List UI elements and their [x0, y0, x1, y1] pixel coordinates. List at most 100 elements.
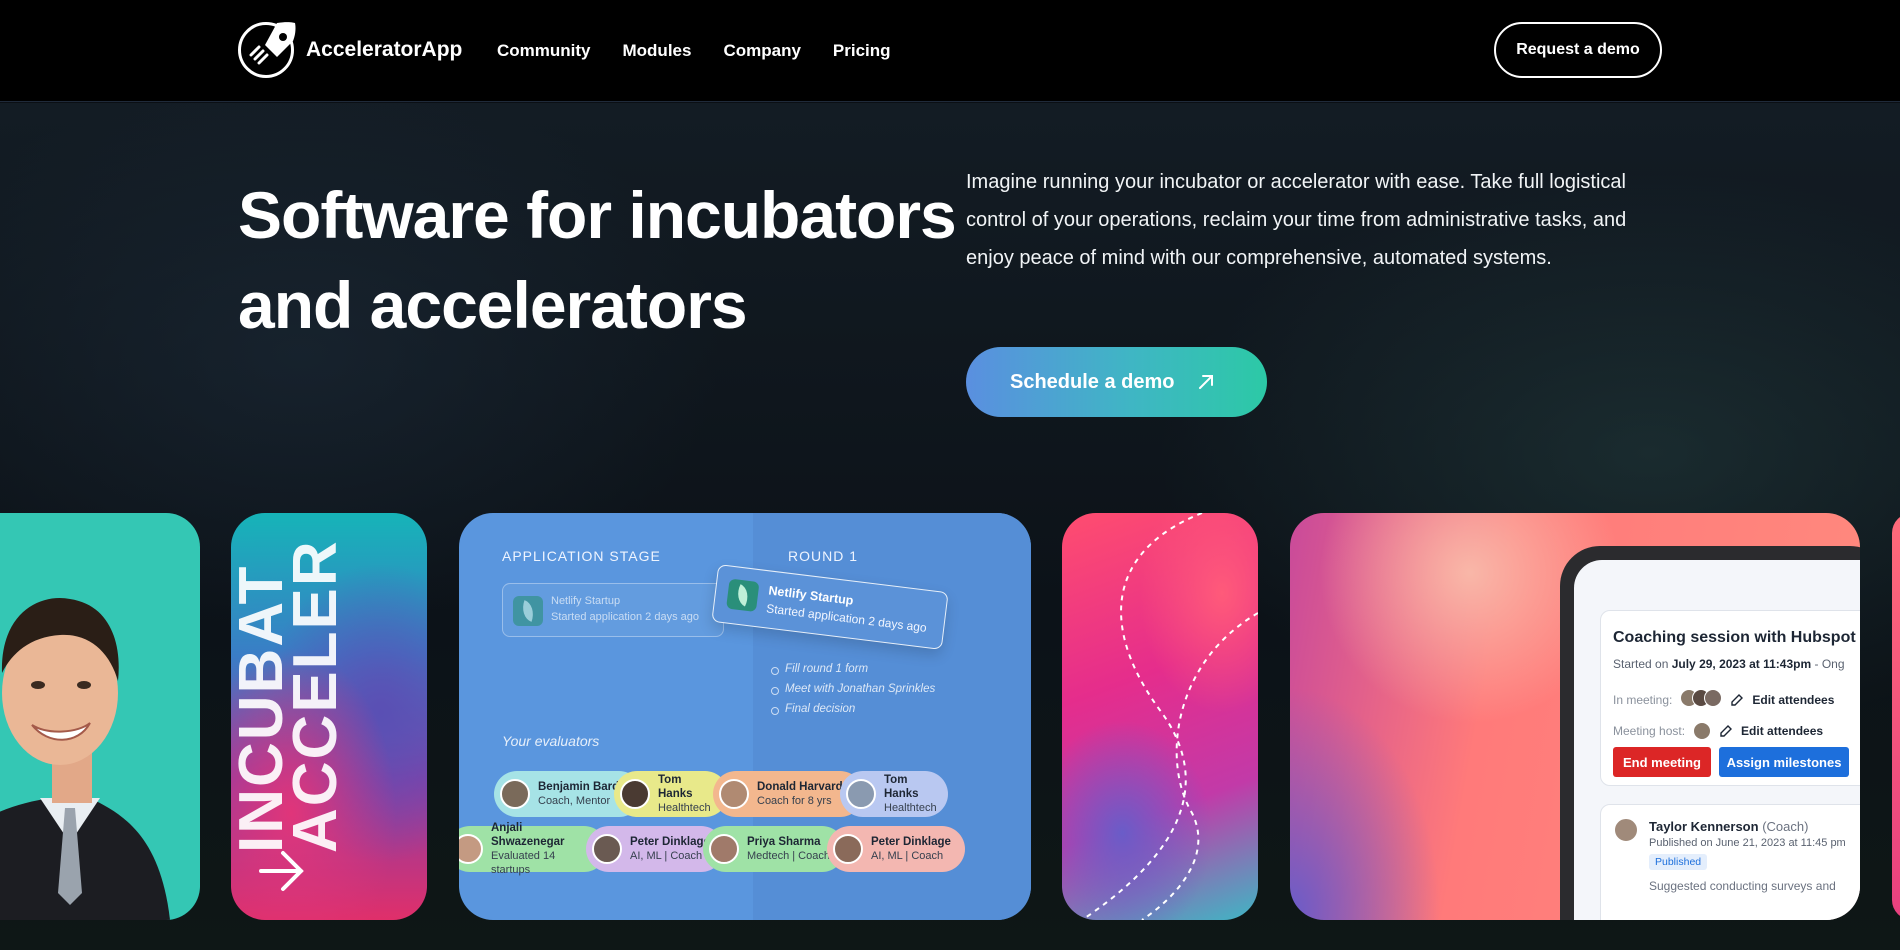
evaluator-pill[interactable]: Tom Hanks Healthtech	[614, 771, 728, 817]
evaluator-subtitle: Evaluated 14 startups	[491, 850, 556, 876]
hero-title: Software for incubators and accelerators	[238, 178, 957, 342]
meeting-host-row: Meeting host: Edit attendees	[1613, 722, 1823, 740]
person-photo-card	[0, 513, 200, 920]
evaluator-pill[interactable]: Peter Dinklage AI, ML | Coach	[827, 826, 965, 872]
nav-link-company[interactable]: Company	[723, 41, 800, 61]
startup-tile-placeholder: Netlify Startup Started application 2 da…	[502, 583, 724, 637]
evaluator-avatar	[592, 834, 622, 864]
evaluator-avatar	[459, 834, 483, 864]
in-meeting-row: In meeting: Edit attendees	[1613, 689, 1834, 710]
evaluator-info: Anjali Shwazenegar Evaluated 14 startups	[491, 821, 597, 877]
end-meeting-button[interactable]: End meeting	[1613, 747, 1711, 777]
coach-avatar	[1613, 817, 1639, 843]
accelerator-text-line: ACCELER	[281, 539, 350, 853]
hero-description: Imagine running your incubator or accele…	[966, 171, 1627, 269]
request-demo-button[interactable]: Request a demo	[1494, 22, 1662, 78]
evaluator-subtitle: Healthtech	[884, 802, 937, 814]
evaluator-name: Benjamin Bard	[538, 781, 620, 793]
post-author-role: (Coach)	[1762, 819, 1809, 834]
evaluator-subtitle: Healthtech	[658, 802, 711, 814]
edit-icon[interactable]	[1730, 693, 1744, 707]
incubator-accelerator-card[interactable]: INCUBAT ACCELER	[231, 513, 427, 920]
gradient-decor-card	[1062, 513, 1258, 920]
brand-name[interactable]: AcceleratorApp	[306, 38, 462, 62]
nav-link-modules[interactable]: Modules	[623, 41, 692, 61]
rocket-logo-icon[interactable]	[238, 22, 296, 78]
startup-name: Netlify Startup	[551, 595, 621, 607]
evaluator-subtitle: Coach for 8 yrs	[757, 795, 832, 807]
dashed-curve-decoration	[1081, 513, 1258, 920]
netlify-leaf-icon	[513, 596, 543, 626]
evaluator-pill[interactable]: Anjali Shwazenegar Evaluated 14 startups	[459, 822, 607, 876]
started-prefix: Started on	[1613, 657, 1669, 671]
evaluator-subtitle: AI, ML | Coach	[630, 850, 703, 862]
evaluator-info: Peter Dinklage AI, ML | Coach	[630, 835, 710, 863]
published-badge: Published	[1649, 854, 1708, 870]
nav-link-pricing[interactable]: Pricing	[833, 41, 891, 61]
session-started: Started on July 29, 2023 at 11:43pm - On…	[1613, 657, 1845, 671]
edit-attendees-link[interactable]: Edit attendees	[1752, 693, 1834, 707]
application-stage-label: APPLICATION STAGE	[502, 548, 661, 564]
schedule-demo-label: Schedule a demo	[1010, 370, 1175, 393]
in-meeting-label: In meeting:	[1613, 692, 1673, 707]
checklist-item: Meet with Jonathan Sprinkles	[771, 683, 935, 703]
evaluator-avatar	[719, 779, 749, 809]
evaluator-name: Anjali Shwazenegar	[491, 822, 565, 848]
schedule-demo-button[interactable]: Schedule a demo	[966, 347, 1267, 417]
tablet-frame: Coaching session with Hubspot L Started …	[1560, 546, 1860, 920]
evaluator-pill[interactable]: Priya Sharma Medtech | Coach	[703, 826, 845, 872]
round-label: ROUND 1	[788, 548, 859, 564]
evaluator-name: Tom Hanks	[658, 774, 693, 800]
nav-link-community[interactable]: Community	[497, 41, 591, 61]
checklist-item: Fill round 1 form	[771, 663, 935, 683]
evaluator-name: Peter Dinklage	[630, 836, 710, 848]
evaluator-avatar	[500, 779, 530, 809]
edit-attendees-link[interactable]: Edit attendees	[1741, 724, 1823, 738]
started-date: July 29, 2023 at 11:43pm	[1671, 657, 1812, 671]
arrow-right-icon[interactable]	[257, 849, 307, 893]
evaluator-info: Tom Hanks Healthtech	[658, 773, 718, 815]
host-avatar	[1693, 722, 1712, 740]
evaluator-info: Donald Harvard Coach for 8 yrs	[757, 780, 843, 808]
smiling-man-image	[0, 597, 170, 920]
attendee-avatars	[1680, 689, 1723, 710]
application-stage-card: APPLICATION STAGE ROUND 1 Netlify Startu…	[459, 513, 1031, 920]
evaluator-info: Priya Sharma Medtech | Coach	[747, 835, 830, 863]
evaluator-name: Donald Harvard	[757, 781, 843, 793]
post-author: Taylor Kennerson (Coach)	[1649, 819, 1808, 834]
arrow-up-right-icon	[1198, 375, 1213, 389]
evaluator-name: Peter Dinklage	[871, 836, 951, 848]
incubator-vertical-text: INCUBAT ACCELER	[231, 539, 350, 853]
meeting-host-label: Meeting host:	[1613, 724, 1686, 738]
nav-links: Community Modules Company Pricing	[497, 41, 891, 61]
checklist-item: Final decision	[771, 703, 935, 723]
evaluator-avatar	[709, 834, 739, 864]
evaluator-subtitle: AI, ML | Coach	[871, 850, 944, 862]
post-text: Suggested conducting surveys and	[1649, 879, 1836, 893]
evaluator-avatar	[846, 779, 876, 809]
evaluator-info: Benjamin Bard Coach, Mentor	[538, 780, 619, 808]
evaluator-avatar	[833, 834, 863, 864]
next-card-edge	[1892, 513, 1900, 920]
assign-milestones-button[interactable]: Assign milestones	[1719, 747, 1849, 777]
evaluator-info: Peter Dinklage AI, ML | Coach	[871, 835, 951, 863]
evaluator-subtitle: Coach, Mentor	[538, 795, 611, 807]
tablet-screen: Coaching session with Hubspot L Started …	[1574, 560, 1860, 920]
evaluator-pill[interactable]: Tom Hanks Healthtech	[840, 771, 948, 817]
evaluator-name: Priya Sharma	[747, 836, 821, 848]
evaluators-label: Your evaluators	[502, 733, 600, 749]
post-date: Published on June 21, 2023 at 11:45 pm	[1649, 837, 1846, 849]
evaluator-subtitle: Medtech | Coach	[747, 850, 830, 862]
evaluator-name: Tom Hanks	[884, 774, 919, 800]
round-checklist: Fill round 1 form Meet with Jonathan Spr…	[771, 663, 935, 723]
coach-post: Taylor Kennerson (Coach) Published on Ju…	[1600, 804, 1860, 920]
top-nav: AcceleratorApp Community Modules Company…	[0, 0, 1900, 102]
netlify-leaf-icon	[726, 578, 760, 612]
started-suffix: - Ong	[1814, 657, 1845, 671]
evaluator-info: Tom Hanks Healthtech	[884, 773, 938, 815]
session-title: Coaching session with Hubspot L	[1613, 629, 1860, 646]
evaluator-avatar	[620, 779, 650, 809]
edit-icon[interactable]	[1719, 724, 1733, 738]
session-panel: Coaching session with Hubspot L Started …	[1600, 610, 1860, 786]
startup-status: Started application 2 days ago	[551, 611, 699, 623]
